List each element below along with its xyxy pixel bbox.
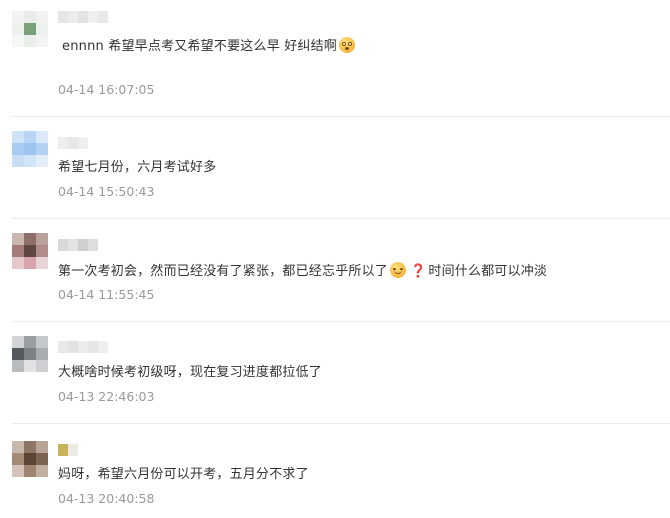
avatar-pixel — [36, 155, 48, 167]
avatar-pixel — [12, 11, 24, 23]
avatar-pixel — [24, 11, 36, 23]
avatar-pixel — [24, 453, 36, 465]
avatar[interactable] — [12, 11, 48, 47]
username-pixel — [58, 137, 68, 149]
comment-text: 第一次考初会，然而已经没有了紧张，都已经忘乎所以了 ❓ 时间什么都可以冲淡 — [58, 262, 547, 281]
avatar-pixel — [12, 348, 24, 360]
comment-text: 妈呀，希望六月份可以开考，五月分不求了 — [58, 467, 309, 482]
comment-text: 希望七月份，六月考试好多 — [58, 160, 217, 175]
avatar-pixel — [24, 245, 36, 257]
comment-timestamp: 04-14 16:07:05 — [58, 82, 155, 97]
avatar-pixel — [24, 155, 36, 167]
avatar-pixel — [12, 336, 24, 348]
avatar[interactable] — [12, 336, 48, 372]
username-pixel — [68, 11, 78, 23]
username-pixel — [78, 239, 88, 251]
avatar-pixel — [12, 360, 24, 372]
comment-timestamp: 04-14 11:55:45 — [58, 287, 155, 302]
divider — [12, 321, 670, 322]
avatar-pixel — [36, 336, 48, 348]
username-blurred[interactable] — [58, 444, 78, 456]
red-question-mark-icon: ❓ — [410, 264, 427, 279]
username-pixel — [88, 239, 98, 251]
username-pixel — [78, 341, 88, 353]
username-pixel — [58, 444, 68, 456]
avatar-pixel — [12, 155, 24, 167]
comment-text: ennnn 希望早点考又希望不要这么早 好纠结啊 — [62, 37, 356, 56]
avatar-pixel — [36, 245, 48, 257]
username-pixel — [68, 137, 78, 149]
username-pixel — [88, 341, 98, 353]
divider — [12, 116, 670, 117]
avatar-pixel — [36, 441, 48, 453]
avatar-pixel — [24, 441, 36, 453]
comment-timestamp: 04-13 20:40:58 — [58, 491, 155, 506]
username-pixel — [98, 11, 108, 23]
avatar-pixel — [12, 245, 24, 257]
username-blurred[interactable] — [58, 341, 108, 353]
avatar-pixel — [24, 257, 36, 269]
comment-text: 大概啥时候考初级呀，现在复习进度都拉低了 — [58, 365, 323, 380]
avatar-pixel — [12, 453, 24, 465]
username-pixel — [58, 239, 68, 251]
avatar-pixel — [36, 143, 48, 155]
avatar-pixel — [36, 465, 48, 477]
avatar-pixel — [12, 257, 24, 269]
avatar-pixel — [12, 35, 24, 47]
comment-timestamp: 04-14 15:50:43 — [58, 184, 155, 199]
username-pixel — [58, 341, 68, 353]
avatar-pixel — [36, 233, 48, 245]
divider — [12, 218, 670, 219]
avatar-pixel — [12, 465, 24, 477]
avatar-pixel — [36, 453, 48, 465]
comment-text-body: 第一次考初会，然而已经没有了紧张，都已经忘乎所以了 — [58, 264, 389, 279]
avatar[interactable] — [12, 441, 48, 477]
avatar-pixel — [24, 465, 36, 477]
avatar-pixel — [36, 348, 48, 360]
username-pixel — [78, 137, 88, 149]
avatar-pixel — [36, 35, 48, 47]
avatar-pixel — [36, 257, 48, 269]
avatar-pixel — [36, 131, 48, 143]
smiling-face-emoji-icon — [390, 262, 407, 278]
avatar-pixel — [12, 23, 24, 35]
avatar-pixel — [36, 11, 48, 23]
username-blurred[interactable] — [58, 11, 108, 23]
username-blurred[interactable] — [58, 239, 98, 251]
avatar-pixel — [24, 348, 36, 360]
avatar-pixel — [24, 360, 36, 372]
avatar-pixel — [36, 23, 48, 35]
avatar-pixel — [12, 143, 24, 155]
comment-text-tail: 时间什么都可以冲淡 — [428, 264, 548, 279]
username-pixel — [68, 444, 78, 456]
comment-timestamp: 04-13 22:46:03 — [58, 389, 155, 404]
avatar-pixel — [12, 441, 24, 453]
username-pixel — [68, 239, 78, 251]
avatar-pixel — [12, 131, 24, 143]
avatar-pixel — [24, 35, 36, 47]
avatar-pixel — [12, 233, 24, 245]
avatar-pixel — [36, 360, 48, 372]
avatar-pixel — [24, 336, 36, 348]
comment-text-body: ennnn 希望早点考又希望不要这么早 好纠结啊 — [62, 39, 338, 54]
username-pixel — [78, 11, 88, 23]
username-pixel — [68, 341, 78, 353]
avatar[interactable] — [12, 131, 48, 167]
avatar-pixel — [24, 131, 36, 143]
avatar[interactable] — [12, 233, 48, 269]
username-blurred[interactable] — [58, 137, 88, 149]
flushed-face-emoji-icon — [339, 37, 356, 53]
divider — [12, 423, 670, 424]
avatar-pixel — [24, 233, 36, 245]
avatar-pixel — [24, 23, 36, 35]
username-pixel — [88, 11, 98, 23]
avatar-pixel — [24, 143, 36, 155]
username-pixel — [58, 11, 68, 23]
username-pixel — [98, 341, 108, 353]
